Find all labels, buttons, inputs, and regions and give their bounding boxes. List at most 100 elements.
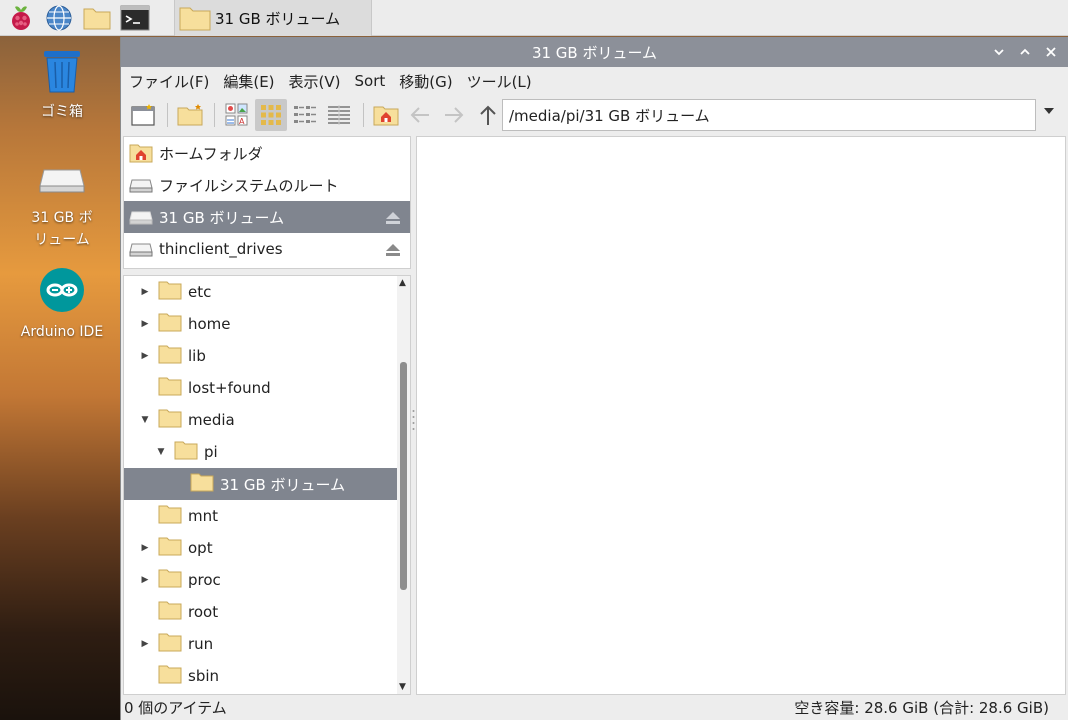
menu-edit[interactable]: 編集(E) bbox=[223, 71, 274, 92]
drive-icon bbox=[129, 179, 153, 193]
chevron-down-icon bbox=[994, 49, 1004, 56]
drive-icon bbox=[39, 169, 85, 193]
close-button[interactable] bbox=[1040, 41, 1062, 63]
tree-node-label: opt bbox=[188, 539, 213, 557]
thumbnail-view-button[interactable]: A bbox=[221, 99, 253, 131]
directory-tree: ▶ etc ▶ home ▶ lib lost+found ▼ media ▼ pi 31 GB ボリ… bbox=[123, 275, 411, 695]
menu-sort[interactable]: Sort bbox=[355, 72, 386, 90]
desktop-icon-arduino[interactable]: Arduino IDE bbox=[14, 266, 110, 343]
tree-node[interactable]: ▶ home bbox=[124, 308, 410, 340]
tree-node[interactable]: lost+found bbox=[124, 372, 410, 404]
path-history-dropdown[interactable] bbox=[1039, 105, 1059, 125]
taskbar: 31 GB ボリューム bbox=[0, 0, 1068, 36]
expand-arrow-icon[interactable]: ▶ bbox=[138, 541, 152, 555]
file-list-area[interactable] bbox=[416, 136, 1066, 695]
tree-node-label: pi bbox=[204, 443, 218, 461]
desktop-icon-volume[interactable]: 31 GB ボ リューム bbox=[14, 160, 110, 251]
folder-icon bbox=[158, 376, 182, 400]
desktop-icon-trash[interactable]: ゴミ箱 bbox=[14, 48, 110, 123]
place-item-thinclient-drives[interactable]: thinclient_drives bbox=[124, 233, 410, 265]
taskbar-window-button[interactable]: 31 GB ボリューム bbox=[174, 0, 372, 36]
web-browser-icon[interactable] bbox=[42, 1, 76, 35]
scroll-up-icon[interactable]: ▲ bbox=[399, 278, 406, 288]
folder-icon bbox=[174, 440, 198, 464]
scroll-down-icon[interactable]: ▼ bbox=[399, 682, 406, 692]
tree-node[interactable]: 31 GB ボリューム bbox=[124, 468, 398, 500]
expand-arrow-icon[interactable]: ▶ bbox=[138, 285, 152, 299]
places-pane: ホームフォルダ ファイルシステムのルート 31 GB ボリューム thincli… bbox=[123, 136, 411, 269]
folder-icon bbox=[190, 472, 214, 496]
pane-divider[interactable] bbox=[412, 405, 415, 435]
tree-node-label: lib bbox=[188, 347, 206, 365]
back-button[interactable] bbox=[404, 99, 436, 131]
tree-node[interactable]: ▶ run bbox=[124, 628, 410, 660]
list-view-icon bbox=[328, 105, 350, 125]
place-label: 31 GB ボリューム bbox=[159, 208, 285, 227]
tree-node[interactable]: ▶ lib bbox=[124, 340, 410, 372]
menu-file[interactable]: ファイル(F) bbox=[129, 71, 209, 92]
tree-node[interactable]: mnt bbox=[124, 500, 410, 532]
arduino-icon bbox=[40, 268, 84, 312]
terminal-icon[interactable] bbox=[118, 1, 152, 35]
tree-node-label: sbin bbox=[188, 667, 220, 685]
raspberry-menu-icon[interactable] bbox=[4, 1, 38, 35]
new-folder-button[interactable] bbox=[174, 99, 206, 131]
icon-view-icon bbox=[261, 105, 281, 125]
detailed-list-view-button[interactable] bbox=[323, 99, 355, 131]
place-item-home[interactable]: ホームフォルダ bbox=[124, 137, 410, 169]
tree-node[interactable]: root bbox=[124, 596, 410, 628]
menu-tools[interactable]: ツール(L) bbox=[467, 71, 532, 92]
item-count: 0 個のアイテム bbox=[124, 699, 227, 717]
menu-view[interactable]: 表示(V) bbox=[289, 71, 341, 92]
new-folder-icon bbox=[177, 104, 203, 126]
minimize-button[interactable] bbox=[988, 41, 1010, 63]
tree-node-label: lost+found bbox=[188, 379, 271, 397]
compact-view-button[interactable] bbox=[289, 99, 321, 131]
forward-button[interactable] bbox=[438, 99, 470, 131]
window-titlebar[interactable]: 31 GB ボリューム bbox=[121, 37, 1068, 67]
tree-node-label: home bbox=[188, 315, 231, 333]
expand-arrow-icon[interactable]: ▶ bbox=[138, 637, 152, 651]
tree-node-label: proc bbox=[188, 571, 221, 589]
scroll-thumb[interactable] bbox=[400, 362, 407, 590]
tree-node[interactable]: ▼ pi bbox=[124, 436, 410, 468]
tree-node-label: media bbox=[188, 411, 235, 429]
eject-icon[interactable] bbox=[386, 210, 400, 228]
expand-arrow-icon[interactable]: ▶ bbox=[138, 317, 152, 331]
folder-icon bbox=[179, 7, 211, 31]
compact-view-icon bbox=[294, 106, 316, 123]
free-space: 空き容量: 28.6 GiB (合計: 28.6 GiB) bbox=[794, 699, 1049, 717]
place-label: ファイルシステムのルート bbox=[159, 176, 339, 195]
folder-icon bbox=[158, 280, 182, 304]
eject-icon[interactable] bbox=[386, 242, 400, 260]
tree-scrollbar[interactable]: ▲ ▼ bbox=[397, 276, 410, 694]
expand-arrow-icon[interactable]: ▶ bbox=[138, 349, 152, 363]
tree-node[interactable]: sbin bbox=[124, 660, 410, 692]
menu-go[interactable]: 移動(G) bbox=[399, 71, 452, 92]
new-window-button[interactable] bbox=[127, 99, 159, 131]
home-button[interactable] bbox=[370, 99, 402, 131]
tree-node[interactable]: ▼ media bbox=[124, 404, 410, 436]
folder-icon bbox=[158, 344, 182, 368]
up-button[interactable] bbox=[472, 99, 504, 131]
place-item-volume[interactable]: 31 GB ボリューム bbox=[124, 201, 410, 233]
home-folder-icon bbox=[373, 106, 399, 126]
collapse-arrow-icon[interactable]: ▼ bbox=[138, 413, 152, 427]
svg-text:A: A bbox=[239, 117, 245, 126]
maximize-button[interactable] bbox=[1014, 41, 1036, 63]
tree-node[interactable]: ▶ opt bbox=[124, 532, 410, 564]
drive-icon bbox=[129, 243, 153, 257]
tree-node-label: etc bbox=[188, 283, 212, 301]
tree-node[interactable]: ▶ etc bbox=[124, 276, 410, 308]
folder-icon bbox=[158, 536, 182, 560]
tree-node[interactable]: ▶ proc bbox=[124, 564, 410, 596]
path-input[interactable]: /media/pi/31 GB ボリューム bbox=[502, 99, 1036, 131]
place-item-root[interactable]: ファイルシステムのルート bbox=[124, 169, 410, 201]
collapse-arrow-icon[interactable]: ▼ bbox=[154, 445, 168, 459]
file-manager-icon[interactable] bbox=[80, 1, 114, 35]
expand-arrow-icon[interactable]: ▶ bbox=[138, 573, 152, 587]
icon-view-button[interactable] bbox=[255, 99, 287, 131]
